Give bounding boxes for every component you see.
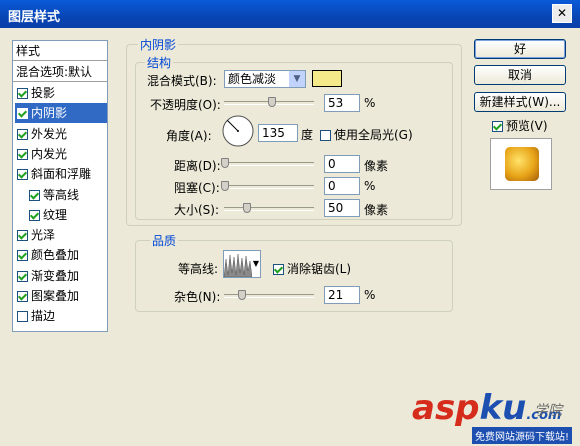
angle-unit: 度 [301, 128, 314, 142]
contour-preview-icon [223, 253, 253, 278]
global-light-label: 使用全局光(G) [334, 128, 413, 142]
style-item-checkbox[interactable] [17, 108, 28, 120]
blend-options-item[interactable]: 混合选项:默认 [13, 62, 107, 82]
style-item-checkbox[interactable] [17, 88, 28, 99]
chevron-down-icon: ▼ [289, 71, 305, 87]
opacity-input[interactable]: 53 [324, 94, 360, 112]
watermark-tagline: 免费网站源码下载站! [472, 427, 573, 444]
choke-slider-track[interactable] [224, 185, 314, 189]
global-light-box[interactable] [320, 130, 331, 141]
style-item[interactable]: 等高线 [15, 185, 119, 205]
style-item[interactable]: 纹理 [15, 205, 119, 225]
distance-slider-track[interactable] [224, 162, 314, 166]
style-item-label: 等高线 [43, 187, 80, 202]
angle-dial[interactable] [221, 114, 255, 148]
opacity-slider-thumb[interactable] [267, 97, 276, 107]
distance-unit: 像素 [364, 159, 389, 173]
antialias-checkbox[interactable]: 消除锯齿(L) [273, 260, 351, 277]
style-item-checkbox[interactable] [17, 169, 28, 181]
style-item-checkbox[interactable] [29, 209, 40, 221]
choke-slider-thumb[interactable] [221, 181, 229, 191]
style-item-label: 颜色叠加 [31, 248, 80, 263]
size-unit: 像素 [364, 203, 389, 217]
style-item[interactable]: 内阴影 [15, 103, 107, 124]
styles-list: 样式 混合选项:默认 投影内阴影外发光内发光斜面和浮雕等高线纹理光泽颜色叠加渐变… [12, 40, 108, 332]
angle-input[interactable]: 135 [258, 124, 298, 142]
ok-button[interactable]: 好 [474, 39, 566, 59]
style-item-label: 投影 [31, 86, 56, 100]
style-item[interactable]: 描边 [15, 306, 107, 326]
style-item[interactable]: 图案叠加 [15, 286, 107, 306]
style-item[interactable]: 投影 [15, 83, 107, 103]
size-input[interactable]: 50 [324, 199, 360, 217]
antialias-box[interactable] [273, 264, 284, 275]
style-item-checkbox[interactable] [29, 189, 40, 201]
preview-label: 预览(V) [506, 119, 548, 133]
style-item[interactable]: 内发光 [15, 144, 107, 164]
style-item-label: 光泽 [31, 228, 56, 243]
style-item[interactable]: 光泽 [15, 225, 107, 245]
shadow-color-swatch[interactable] [312, 70, 342, 87]
contour-label: 等高线: [178, 262, 219, 276]
contour-dropdown-icon[interactable]: ▼ [253, 259, 259, 268]
style-item-label: 内阴影 [31, 106, 68, 121]
angle-label: 角度(A): [166, 129, 212, 143]
style-item-label: 斜面和浮雕 [31, 167, 92, 182]
preview-thumbnail [490, 138, 552, 190]
blend-mode-value: 颜色减淡 [228, 72, 277, 86]
style-item-checkbox[interactable] [17, 148, 28, 160]
global-light-checkbox[interactable]: 使用全局光(G) [320, 126, 413, 143]
style-item-label: 渐变叠加 [31, 268, 80, 283]
panel-title: 内阴影 [138, 36, 179, 53]
distance-slider-thumb[interactable] [221, 158, 229, 168]
size-slider-thumb[interactable] [243, 203, 251, 213]
style-item-label: 描边 [31, 309, 56, 324]
cancel-button[interactable]: 取消 [474, 65, 566, 85]
distance-label: 距离(D): [174, 159, 221, 173]
preview-swatch-image [505, 147, 539, 181]
opacity-label: 不透明度(O): [150, 98, 221, 112]
style-item-checkbox[interactable] [17, 250, 28, 262]
style-item-checkbox[interactable] [17, 270, 28, 282]
blend-mode-select[interactable]: 颜色减淡 ▼ [224, 70, 306, 88]
preview-checkbox[interactable]: 预览(V) [492, 117, 548, 134]
style-item-label: 内发光 [31, 146, 68, 161]
style-item-label: 纹理 [43, 207, 68, 222]
noise-label: 杂色(N): [174, 290, 221, 304]
style-item[interactable]: 外发光 [15, 124, 107, 144]
opacity-unit: % [364, 96, 376, 110]
logo-asp-text: asp [412, 388, 480, 428]
preview-box[interactable] [492, 121, 503, 132]
style-item-checkbox[interactable] [17, 128, 28, 140]
style-item[interactable]: 颜色叠加 [15, 245, 107, 265]
choke-input[interactable]: 0 [324, 177, 360, 195]
style-item[interactable]: 斜面和浮雕 [15, 164, 107, 184]
noise-unit: % [364, 288, 376, 302]
styles-list-header[interactable]: 样式 [13, 41, 107, 61]
window-title: 图层样式 [8, 10, 61, 25]
close-button[interactable]: ✕ [552, 4, 572, 23]
quality-title: 品质 [150, 232, 179, 249]
structure-title: 结构 [145, 54, 174, 71]
antialias-label: 消除锯齿(L) [287, 262, 352, 276]
style-item-label: 外发光 [31, 126, 68, 141]
noise-slider-thumb[interactable] [238, 290, 246, 300]
noise-input[interactable]: 21 [324, 286, 360, 304]
title-bar: 图层样式 ✕ [0, 0, 580, 28]
watermark-side-text: 学院 [534, 403, 562, 419]
size-label: 大小(S): [174, 203, 220, 217]
style-item-checkbox[interactable] [17, 311, 28, 323]
style-item[interactable]: 渐变叠加 [15, 266, 107, 286]
size-slider-track[interactable] [224, 207, 314, 211]
new-style-button[interactable]: 新建样式(W)... [474, 92, 566, 112]
distance-input[interactable]: 0 [324, 155, 360, 173]
blend-mode-label: 混合模式(B): [147, 74, 217, 88]
choke-unit: % [364, 179, 376, 193]
choke-label: 阻塞(C): [174, 181, 220, 195]
contour-picker[interactable]: ▼ [223, 250, 261, 278]
style-item-checkbox[interactable] [17, 230, 28, 242]
style-item-checkbox[interactable] [17, 291, 28, 302]
logo-ku-text: ku [479, 388, 527, 428]
style-item-label: 图案叠加 [31, 289, 80, 303]
